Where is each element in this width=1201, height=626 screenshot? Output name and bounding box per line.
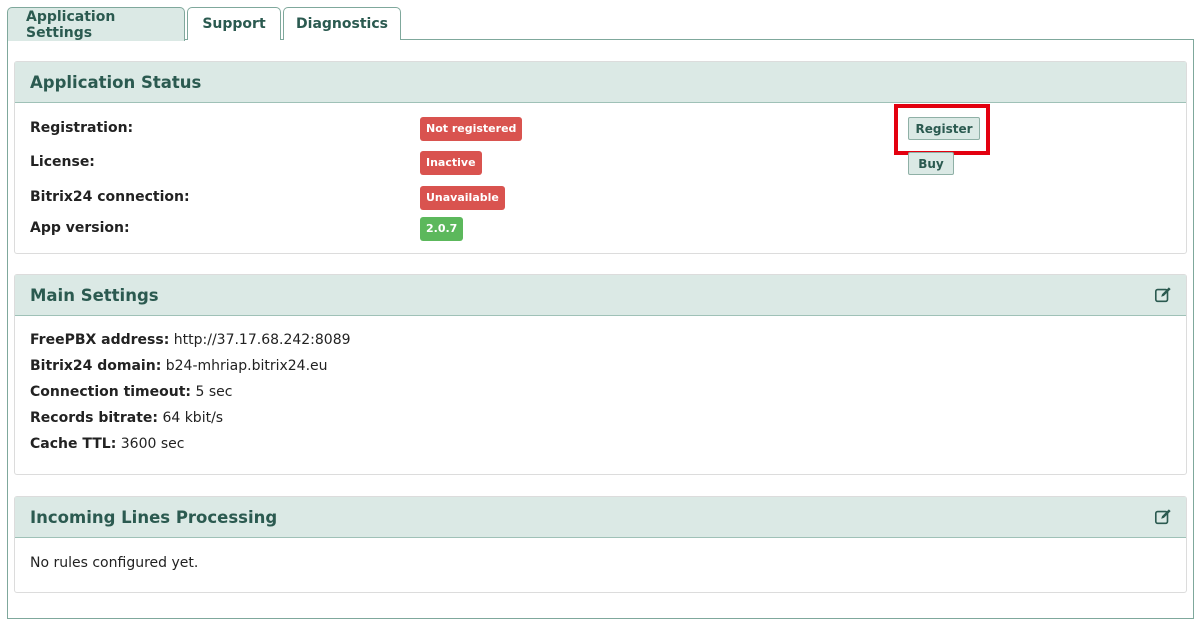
- panel-title: Main Settings: [30, 285, 159, 305]
- license-status-badge: Inactive: [420, 151, 482, 175]
- setting-connection-timeout: Connection timeout: 5 sec: [30, 384, 232, 400]
- tab-support[interactable]: Support: [187, 7, 281, 40]
- edit-icon[interactable]: [1154, 508, 1172, 526]
- panel-body: No rules configured yet.: [15, 538, 1186, 592]
- bitrix24-connection-label: Bitrix24 connection:: [30, 189, 190, 205]
- panel-title: Incoming Lines Processing: [30, 507, 278, 527]
- setting-cache-ttl: Cache TTL: 3600 sec: [30, 436, 184, 452]
- panel-body: Registration: Not registered License: In…: [15, 103, 1186, 253]
- edit-icon[interactable]: [1154, 286, 1172, 304]
- app-version-badge: 2.0.7: [420, 217, 464, 241]
- application-status-panel: Application Status Registration: Not reg…: [14, 61, 1187, 254]
- setting-label: Cache TTL:: [30, 436, 117, 452]
- setting-label: Records bitrate:: [30, 410, 158, 426]
- no-rules-text: No rules configured yet.: [30, 555, 199, 571]
- tab-content: Application Status Registration: Not reg…: [7, 39, 1194, 619]
- panel-header: Main Settings: [15, 275, 1186, 316]
- tab-application-settings[interactable]: Application Settings: [7, 7, 185, 41]
- buy-button[interactable]: Buy: [908, 152, 954, 175]
- tab-diagnostics[interactable]: Diagnostics: [283, 7, 401, 40]
- setting-value: 3600 sec: [120, 436, 185, 452]
- setting-value: 5 sec: [195, 384, 233, 400]
- main-settings-panel: Main Settings FreePBX address: http://37…: [14, 274, 1187, 475]
- setting-label: FreePBX address:: [30, 332, 170, 348]
- registration-status-badge: Not registered: [420, 117, 523, 141]
- app-version-label: App version:: [30, 220, 130, 236]
- panel-header: Incoming Lines Processing: [15, 497, 1186, 538]
- setting-bitrix24-domain: Bitrix24 domain: b24-mhriap.bitrix24.eu: [30, 358, 328, 374]
- panel-body: FreePBX address: http://37.17.68.242:808…: [15, 316, 1186, 474]
- panel-header: Application Status: [15, 62, 1186, 103]
- setting-label: Bitrix24 domain:: [30, 358, 162, 374]
- setting-records-bitrate: Records bitrate: 64 kbit/s: [30, 410, 223, 426]
- tab-bar: Application Settings Support Diagnostics: [7, 7, 403, 41]
- license-label: License:: [30, 154, 95, 170]
- setting-value: b24-mhriap.bitrix24.eu: [165, 358, 328, 374]
- register-button[interactable]: Register: [908, 117, 980, 140]
- setting-freepbx-address: FreePBX address: http://37.17.68.242:808…: [30, 332, 351, 348]
- incoming-lines-panel: Incoming Lines Processing No rules confi…: [14, 496, 1187, 593]
- panel-title: Application Status: [30, 72, 202, 92]
- setting-value: 64 kbit/s: [162, 410, 224, 426]
- setting-label: Connection timeout:: [30, 384, 192, 400]
- setting-value: http://37.17.68.242:8089: [173, 332, 351, 348]
- bitrix24-connection-badge: Unavailable: [420, 186, 505, 210]
- registration-label: Registration:: [30, 120, 134, 136]
